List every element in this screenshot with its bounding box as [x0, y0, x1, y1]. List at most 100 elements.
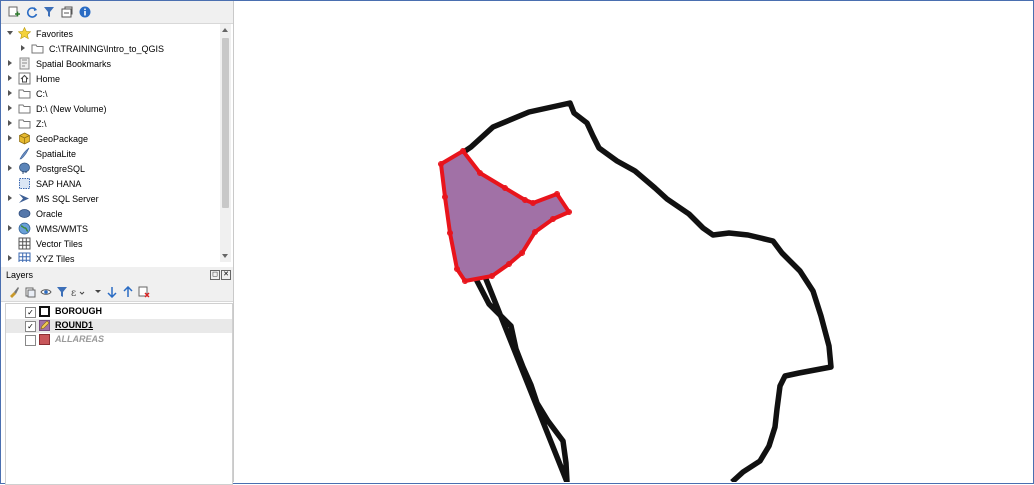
fill-symbol-icon: [39, 334, 50, 345]
expand-arrow-icon[interactable]: [8, 90, 12, 96]
tree-item-training-folder[interactable]: C:\TRAINING\Intro_to_QGIS: [1, 41, 220, 56]
tree-item-d-drive[interactable]: D:\ (New Volume): [1, 101, 220, 116]
borough-boundary: [443, 100, 834, 485]
layers-panel-title: Layers: [6, 270, 34, 280]
tree-label: Favorites: [36, 28, 74, 39]
home-icon: [18, 72, 31, 85]
expand-arrow-icon[interactable]: [8, 75, 12, 81]
layers-toolbar: ε: [1, 283, 233, 302]
tree-item-favorites[interactable]: Favorites: [1, 26, 220, 41]
tree-item-spatial-bookmarks[interactable]: Spatial Bookmarks: [1, 56, 220, 71]
filter-expression-icon[interactable]: ε: [71, 285, 85, 299]
float-panel-icon[interactable]: ◻: [210, 270, 220, 280]
folder-icon: [18, 87, 31, 100]
tree-item-home[interactable]: Home: [1, 71, 220, 86]
layers-panel-header: Layers ◻ ✕: [1, 267, 233, 283]
expand-arrow-icon[interactable]: [8, 105, 12, 111]
tree-label: SAP HANA: [36, 178, 82, 189]
close-panel-icon[interactable]: ✕: [221, 270, 231, 280]
bookmark-icon: [18, 57, 31, 70]
left-dock: Favorites C:\TRAINING\Intro_to_QGIS Spat…: [1, 1, 234, 485]
expand-arrow-icon[interactable]: [21, 45, 25, 51]
globe-icon: [18, 222, 31, 235]
layer-visibility-checkbox[interactable]: ✓: [25, 321, 36, 332]
expand-arrow-icon[interactable]: [8, 120, 12, 126]
scroll-up-icon[interactable]: [222, 28, 228, 32]
oracle-icon: [18, 207, 31, 220]
layers-list: ✓ BOROUGH ✓ ROUND1 ALLAREAS: [5, 303, 233, 485]
folder-icon: [18, 117, 31, 130]
tree-item-c-drive[interactable]: C:\: [1, 86, 220, 101]
style-brush-icon[interactable]: [7, 285, 21, 299]
expand-arrow-icon[interactable]: [8, 135, 12, 141]
collapse-all-layers-icon[interactable]: [121, 285, 135, 299]
tree-label: Vector Tiles: [36, 238, 83, 249]
outline-symbol-icon: [39, 306, 50, 317]
scroll-thumb[interactable]: [222, 38, 229, 208]
browser-toolbar: [1, 1, 233, 24]
sap-hana-icon: [18, 177, 31, 190]
expand-arrow-icon[interactable]: [8, 60, 12, 66]
expand-arrow-icon[interactable]: [8, 195, 12, 201]
tree-label: C:\TRAINING\Intro_to_QGIS: [49, 43, 165, 54]
layer-visibility-checkbox[interactable]: ✓: [25, 307, 36, 318]
layer-row-round1[interactable]: ✓ ROUND1: [6, 319, 232, 333]
map-canvas[interactable]: [235, 1, 1032, 485]
dropdown-arrow-icon[interactable]: [91, 285, 105, 299]
tree-label: PostgreSQL: [36, 163, 86, 174]
tree-item-spatialite[interactable]: SpatiaLite: [1, 146, 220, 161]
layer-name: ROUND1: [55, 320, 94, 330]
layer-name: BOROUGH: [55, 306, 102, 316]
visibility-eye-icon[interactable]: [39, 285, 53, 299]
editing-pencil-icon: [39, 320, 50, 331]
tree-label: Spatial Bookmarks: [36, 58, 112, 69]
tree-label: D:\ (New Volume): [36, 103, 107, 114]
tree-item-ms-sql-server[interactable]: MS SQL Server: [1, 191, 220, 206]
grid-icon: [18, 252, 31, 262]
collapse-all-icon[interactable]: [60, 5, 74, 19]
layer-row-borough[interactable]: ✓ BOROUGH: [6, 305, 232, 319]
add-group-icon[interactable]: [23, 285, 37, 299]
add-selected-layers-icon[interactable]: [7, 5, 21, 19]
tree-label: GeoPackage: [36, 133, 89, 144]
tree-label: C:\: [36, 88, 48, 99]
tree-item-xyz-tiles[interactable]: XYZ Tiles: [1, 251, 220, 262]
round1-polygon[interactable]: [439, 149, 571, 283]
folder-icon: [31, 42, 44, 55]
tree-label: Oracle: [36, 208, 63, 219]
remove-layer-icon[interactable]: [137, 285, 151, 299]
tree-item-vector-tiles[interactable]: Vector Tiles: [1, 236, 220, 251]
refresh-icon[interactable]: [25, 5, 39, 19]
expand-all-icon[interactable]: [105, 285, 119, 299]
geopackage-icon: [18, 132, 31, 145]
expand-arrow-icon[interactable]: [8, 225, 12, 231]
filter-icon[interactable]: [42, 5, 56, 19]
expand-arrow-icon[interactable]: [8, 255, 12, 261]
tree-item-postgresql[interactable]: PostgreSQL: [1, 161, 220, 176]
browser-tree: Favorites C:\TRAINING\Intro_to_QGIS Spat…: [1, 24, 220, 262]
expand-arrow-icon[interactable]: [8, 165, 12, 171]
tree-label: MS SQL Server: [36, 193, 99, 204]
tree-item-wms-wmts[interactable]: WMS/WMTS: [1, 221, 220, 236]
browser-scrollbar[interactable]: [220, 24, 231, 262]
folder-icon: [18, 102, 31, 115]
layer-visibility-checkbox[interactable]: [25, 335, 36, 346]
filter-legend-icon[interactable]: [55, 285, 69, 299]
tree-item-oracle[interactable]: Oracle: [1, 206, 220, 221]
tree-label: XYZ Tiles: [36, 253, 75, 263]
grid-icon: [18, 237, 31, 250]
tree-item-geopackage[interactable]: GeoPackage: [1, 131, 220, 146]
properties-info-icon[interactable]: [78, 5, 92, 19]
layer-row-allareas[interactable]: ALLAREAS: [6, 333, 232, 347]
postgresql-icon: [18, 162, 31, 175]
tree-item-sap-hana[interactable]: SAP HANA: [1, 176, 220, 191]
scroll-down-icon[interactable]: [222, 254, 228, 258]
mssql-icon: [18, 192, 31, 205]
tree-label: Home: [36, 73, 61, 84]
tree-label: WMS/WMTS: [36, 223, 88, 234]
expand-arrow-icon[interactable]: [7, 31, 13, 35]
star-icon: [17, 26, 32, 40]
tree-label: SpatiaLite: [36, 148, 77, 159]
spatialite-icon: [18, 147, 31, 160]
tree-item-z-drive[interactable]: Z:\: [1, 116, 220, 131]
